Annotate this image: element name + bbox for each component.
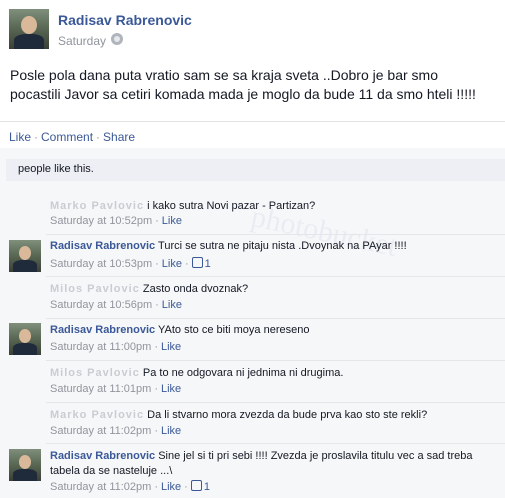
divider — [46, 318, 505, 319]
likes-summary: people like this. — [6, 159, 505, 181]
comment-text: Zasto onda dvoznak? — [142, 283, 249, 295]
divider — [46, 443, 505, 444]
comment-button[interactable]: Comment — [41, 130, 93, 144]
comment-like-button[interactable]: Like — [161, 481, 181, 493]
comment-like-button[interactable]: Like — [161, 341, 181, 353]
comment-body: Marko Pavlovic i kako sutra Novi pazar -… — [50, 199, 495, 214]
author-avatar[interactable] — [9, 9, 49, 49]
comment-time[interactable]: Saturday at 11:01pm — [50, 383, 151, 395]
comment-body: Milos Pavlovic Zasto onda dvoznak? — [50, 282, 495, 297]
commenter-name[interactable]: Marko Pavlovic — [50, 409, 144, 421]
comment-item: Radisav Rabrenovic Sine jel si ti pri se… — [0, 447, 505, 497]
comment-text: Turci se sutra ne pitaju nista .Dvoynak … — [158, 240, 407, 252]
comment-like-button[interactable]: Like — [162, 299, 182, 311]
comment-body: Marko Pavlovic Da li stvarno mora zvezda… — [50, 408, 495, 423]
comment-meta: Saturday at 10:52pm · Like — [50, 215, 182, 227]
comment-item: Milos Pavlovic Pa to ne odgovara ni jedn… — [0, 364, 505, 400]
divider — [46, 234, 505, 235]
divider — [46, 276, 505, 277]
comment-like-count[interactable]: 1 — [204, 481, 210, 493]
comment-time[interactable]: Saturday at 11:02pm — [50, 481, 151, 493]
comment-meta: Saturday at 11:01pm · Like — [50, 383, 182, 395]
comment-like-button[interactable]: Like — [161, 383, 181, 395]
comment-meta: Saturday at 11:02pm · Like · 1 — [50, 480, 210, 493]
comment-meta: Saturday at 10:53pm · Like · 1 — [50, 257, 211, 270]
commenter-avatar[interactable] — [9, 449, 41, 481]
commenter-name[interactable]: Milos Pavlovic — [50, 283, 140, 295]
comment-item: Milos Pavlovic Zasto onda dvoznak? Satur… — [0, 280, 505, 316]
comment-body: Radisav Rabrenovic YAto sto ce biti moya… — [50, 323, 495, 338]
commenter-name[interactable]: Radisav Rabrenovic — [50, 240, 155, 252]
comment-text: YAto sto ce biti moya nereseno — [158, 324, 310, 336]
divider — [46, 360, 505, 361]
post-timestamp[interactable]: Saturday — [58, 34, 106, 48]
thumbs-up-icon — [190, 480, 202, 491]
comment-text: i kako sutra Novi pazar - Partizan? — [147, 200, 316, 212]
commenter-avatar[interactable] — [9, 240, 41, 272]
thumbs-up-icon — [191, 257, 203, 268]
comment-body: Radisav Rabrenovic Turci se sutra ne pit… — [50, 239, 495, 254]
comment-meta: Saturday at 11:00pm · Like — [50, 341, 182, 353]
comment-item: Radisav Rabrenovic Turci se sutra ne pit… — [0, 237, 505, 273]
commenter-name[interactable]: Radisav Rabrenovic — [50, 450, 155, 462]
commenter-avatar[interactable] — [9, 323, 41, 355]
divider — [0, 121, 505, 122]
comment-item: Marko Pavlovic Da li stvarno mora zvezda… — [0, 406, 505, 442]
comment-time[interactable]: Saturday at 11:00pm — [50, 341, 151, 353]
comment-like-button[interactable]: Like — [162, 215, 182, 227]
like-button[interactable]: Like — [9, 130, 31, 144]
commenter-name[interactable]: Marko Pavlovic — [50, 200, 144, 212]
divider — [46, 402, 505, 403]
post-header: Radisav Rabrenovic Saturday — [0, 0, 505, 58]
comment-body: Milos Pavlovic Pa to ne odgovara ni jedn… — [50, 366, 495, 381]
post-author-name[interactable]: Radisav Rabrenovic — [58, 12, 192, 28]
comment-item: Radisav Rabrenovic YAto sto ce biti moya… — [0, 321, 505, 357]
comment-text: Da li stvarno mora zvezda da bude prva k… — [147, 409, 428, 421]
comment-like-button[interactable]: Like — [162, 258, 182, 270]
comment-time[interactable]: Saturday at 10:56pm — [50, 299, 152, 311]
comment-time[interactable]: Saturday at 10:53pm — [50, 258, 152, 270]
globe-icon — [111, 33, 123, 45]
post-actions: Like · Comment · Share — [9, 130, 135, 144]
comment-like-count[interactable]: 1 — [205, 258, 211, 270]
comment-text: Pa to ne odgovara ni jednima ni drugima. — [142, 367, 344, 379]
comment-meta: Saturday at 11:02pm · Like — [50, 425, 182, 437]
commenter-name[interactable]: Milos Pavlovic — [50, 367, 140, 379]
post-text: Posle pola dana puta vratio sam se sa kr… — [10, 67, 476, 102]
likes-text[interactable]: people like this. — [18, 163, 94, 175]
commenter-name[interactable]: Radisav Rabrenovic — [50, 324, 155, 336]
separator-dot: · — [96, 130, 101, 144]
share-button[interactable]: Share — [103, 130, 135, 144]
comment-item: Marko Pavlovic i kako sutra Novi pazar -… — [0, 196, 505, 232]
comment-like-button[interactable]: Like — [161, 425, 181, 437]
comment-body: Radisav Rabrenovic Sine jel si ti pri se… — [50, 449, 495, 479]
separator-dot: · — [34, 130, 39, 144]
comment-time[interactable]: Saturday at 10:52pm — [50, 215, 152, 227]
comment-meta: Saturday at 10:56pm · Like — [50, 299, 182, 311]
comment-time[interactable]: Saturday at 11:02pm — [50, 425, 151, 437]
